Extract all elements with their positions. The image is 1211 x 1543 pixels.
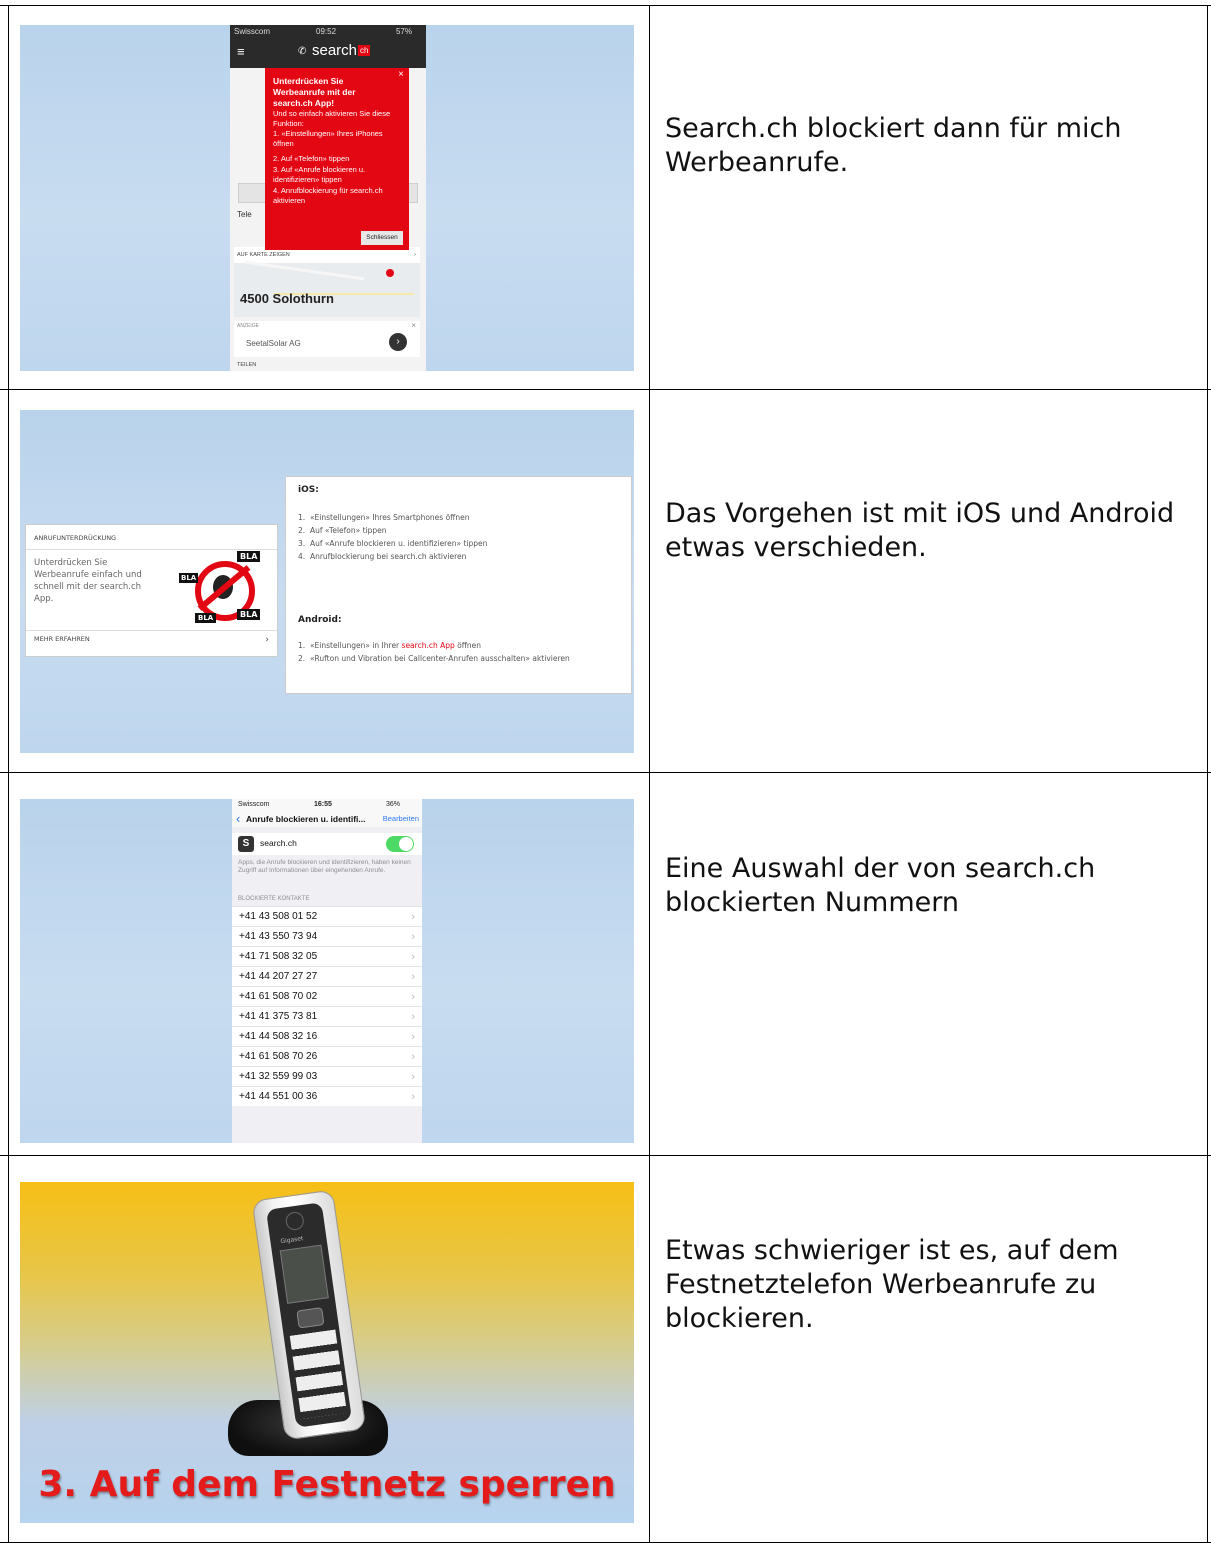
popup-step: 2. Auf «Telefon» tippen [273, 154, 350, 163]
nav-title: Anrufe blockieren u. identifi... [246, 814, 366, 824]
no-bla-icon: BLA BLA BLA BLA [179, 551, 261, 625]
nav-bar: ‹ Anrufe blockieren u. identifi... Bearb… [232, 811, 422, 827]
screenshot-ios-android: ANRUFUNTERDRÜCKUNG Unterdrücken Sie Werb… [20, 410, 634, 753]
caption-cell: Etwas schwieriger ist es, auf dem Festne… [649, 1156, 1208, 1543]
screenshot-search-popup: Swisscom 09:52 57% ≡ ✆ search ch Tele AU… [20, 25, 634, 371]
image-cell: Gigaset 3. Auf dem Festnetz sperren [8, 1156, 650, 1543]
back-chevron-icon[interactable]: ‹ [236, 811, 240, 827]
caption-cell: Das Vorgehen ist mit iOS und Android etw… [649, 390, 1208, 773]
search-header: ≡ ✆ search ch [230, 38, 426, 68]
search-app-link[interactable]: search.ch App [402, 641, 455, 650]
section-header: BLOCKIERTE KONTAKTE [238, 896, 310, 902]
status-bar: Swisscom 09:52 57% [230, 25, 426, 38]
image-cell: Swisscom 16:55 36% ‹ Anrufe blockieren u… [8, 773, 650, 1156]
caption-cell: Search.ch blockiert dann für mich Werbea… [649, 6, 1208, 390]
list-item[interactable]: +41 43 550 73 94 › [232, 926, 422, 946]
instructions-panel: iOS: 1. «Einstellungen» Ihres Smartphone… [285, 476, 632, 694]
info-note: Apps, die Anrufe blockieren und identifi… [238, 859, 411, 874]
android-title: Android: [298, 615, 342, 625]
popup-close-icon[interactable]: × [398, 69, 404, 80]
caption-text: Das Vorgehen ist mit iOS und Android etw… [665, 498, 1175, 563]
app-toggle-row: S search.ch [232, 833, 422, 855]
list-item[interactable]: +41 43 508 01 52 › [232, 906, 422, 926]
location-label: 4500 Solothurn [240, 291, 334, 306]
document-table: Swisscom 09:52 57% ≡ ✆ search ch Tele AU… [0, 0, 1211, 1543]
list-item[interactable]: +41 71 508 32 05 › [232, 946, 422, 966]
more-link[interactable]: MEHR ERFAHREN › [34, 635, 269, 645]
ad-link[interactable]: SeetalSolar AG [246, 339, 301, 348]
cordless-phone-image: Gigaset [220, 1182, 400, 1472]
slide-festnetz: Gigaset 3. Auf dem Festnetz sperren [20, 1182, 634, 1523]
android-step: 1. «Einstellungen» in Ihrer search.ch Ap… [298, 641, 482, 650]
map-pin-icon [386, 269, 394, 277]
table-row: Swisscom 16:55 36% ‹ Anrufe blockieren u… [0, 772, 1211, 1156]
ios-title: iOS: [298, 485, 319, 495]
list-item[interactable]: +41 44 551 00 36 › [232, 1086, 422, 1106]
popup-step: 1. «Einstellungen» Ihres iPhones öffnen [273, 129, 383, 148]
caption-cell: Eine Auswahl der von search.ch blockiert… [649, 773, 1208, 1156]
block-calls-popup: × Unterdrücken Sie Werbeanrufe mit der s… [265, 68, 409, 250]
share-section: TEILEN [237, 362, 257, 368]
caption-text: Etwas schwieriger ist es, auf dem Festne… [665, 1235, 1119, 1334]
caption-text: Eine Auswahl der von search.ch blockiert… [665, 853, 1096, 918]
brand-logo[interactable]: search ch [312, 42, 371, 59]
menu-icon[interactable]: ≡ [237, 44, 245, 59]
phone-screen: Swisscom 09:52 57% ≡ ✆ search ch Tele AU… [230, 25, 426, 371]
table-row: Swisscom 09:52 57% ≡ ✆ search ch Tele AU… [0, 5, 1211, 390]
popup-title: Unterdrücken Sie Werbeanrufe mit der sea… [273, 76, 356, 108]
close-button[interactable]: Schliessen [361, 231, 403, 245]
ios-step: 2. Auf «Telefon» tippen [298, 526, 387, 535]
android-step: 2. «Rufton und Vibration bei Callcenter-… [298, 654, 570, 663]
nav-key [296, 1307, 325, 1329]
image-cell: ANRUFUNTERDRÜCKUNG Unterdrücken Sie Werb… [8, 390, 650, 773]
image-cell: Swisscom 09:52 57% ≡ ✆ search ch Tele AU… [8, 6, 650, 390]
search-app-icon: S [238, 836, 254, 852]
ad-close-icon[interactable]: × [411, 321, 416, 330]
ios-step: 3. Auf «Anrufe blockieren u. identifizie… [298, 539, 488, 548]
call-blocking-card: ANRUFUNTERDRÜCKUNG Unterdrücken Sie Werb… [25, 524, 278, 657]
list-item[interactable]: +41 44 207 27 27 › [232, 966, 422, 986]
ad-arrow-button[interactable]: › [389, 333, 407, 351]
list-item[interactable]: +41 61 508 70 02 › [232, 986, 422, 1006]
edit-button[interactable]: Bearbeiten [383, 811, 419, 827]
popup-step: 3. Auf «Anrufe blockieren u. identifizie… [273, 165, 366, 184]
popup-step: 4. Anrufblockierung für search.ch aktivi… [273, 186, 383, 205]
table-row: ANRUFUNTERDRÜCKUNG Unterdrücken Sie Werb… [0, 389, 1211, 773]
block-toggle[interactable] [386, 836, 414, 852]
blocked-numbers-list: +41 43 508 01 52 › +41 43 550 73 94 › +41 … [232, 906, 422, 1143]
table-row: Gigaset 3. Auf dem Festnetz sperren Etwa… [0, 1155, 1211, 1543]
battery-level: 57% [395, 27, 412, 36]
carrier: Swisscom [234, 27, 271, 36]
partial-label: Tele [237, 210, 252, 219]
popup-intro: Und so einfach aktivieren Sie diese Funk… [273, 109, 391, 128]
screenshot-blocked-numbers: Swisscom 16:55 36% ‹ Anrufe blockieren u… [20, 799, 634, 1143]
chevron-right-icon: › [265, 635, 269, 645]
ios-step: 1. «Einstellungen» Ihres Smartphones öff… [298, 513, 470, 522]
card-header: ANRUFUNTERDRÜCKUNG [34, 534, 117, 542]
list-item[interactable]: +41 32 559 99 03 › [232, 1066, 422, 1086]
ad-box: ANZEIGE × SeetalSolar AG › [234, 321, 420, 357]
phone-icon: ✆ [298, 46, 307, 57]
clock: 09:52 [316, 27, 337, 36]
list-item[interactable]: +41 44 508 32 16 › [232, 1026, 422, 1046]
status-bar: Swisscom 16:55 36% [232, 799, 422, 811]
settings-screen: Swisscom 16:55 36% ‹ Anrufe blockieren u… [232, 799, 422, 1143]
map-area: 4500 Solothurn [234, 260, 420, 317]
list-item[interactable]: +41 61 508 70 26 › [232, 1046, 422, 1066]
ios-step: 4. Anrufblockierung bei search.ch aktivi… [298, 552, 467, 561]
list-item[interactable]: +41 41 375 73 81 › [232, 1006, 422, 1026]
caption-text: Search.ch blockiert dann für mich Werbea… [665, 113, 1122, 178]
slide-title: 3. Auf dem Festnetz sperren [38, 1464, 616, 1505]
phone-display [279, 1244, 329, 1304]
card-body: Unterdrücken Sie Werbeanrufe einfach und… [34, 558, 142, 604]
